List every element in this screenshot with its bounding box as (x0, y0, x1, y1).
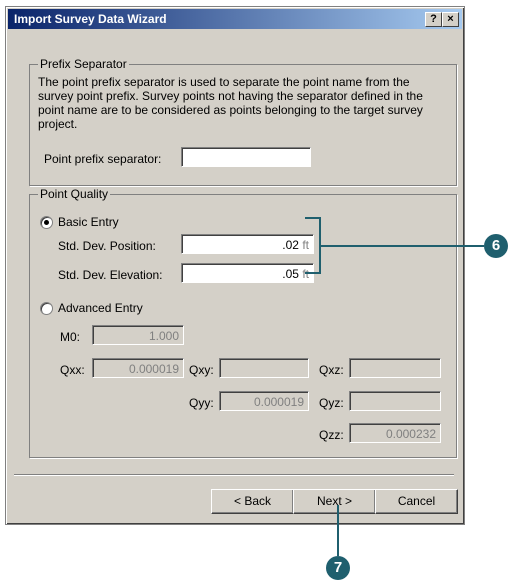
callout-6-bracket (305, 217, 321, 274)
callout-7-badge: 7 (326, 556, 350, 580)
callout-6-badge: 6 (484, 234, 508, 258)
callout-leaders (305, 217, 484, 556)
